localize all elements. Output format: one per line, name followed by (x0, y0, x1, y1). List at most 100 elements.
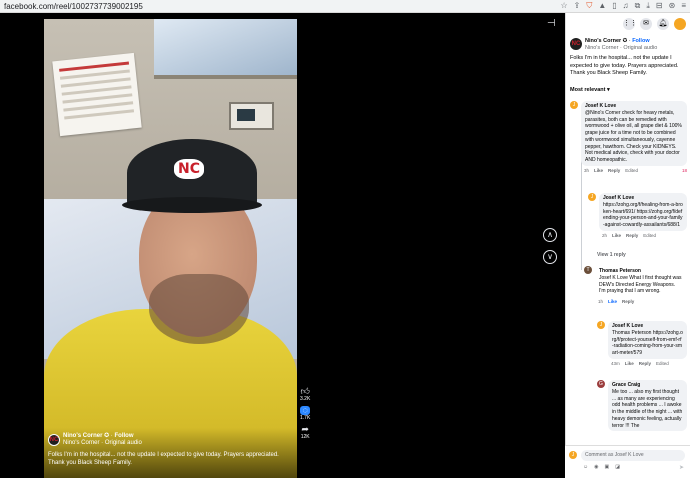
notifications-icon[interactable]: 🔔︎ (657, 18, 669, 30)
download-icon[interactable]: ⤓ (646, 2, 650, 10)
menu-icon[interactable]: ≡ (681, 2, 686, 10)
account-toolbar: ⋮⋮ ✉ 🔔︎ (566, 13, 690, 35)
video-author-name[interactable]: Nino's Corner (63, 433, 102, 439)
collapse-panel-icon[interactable]: ⊣ (547, 18, 556, 29)
cap-brim (122, 197, 262, 213)
comment-author[interactable]: Josef K Love (603, 195, 683, 202)
comment-text: Josef K Love What I first thought was DE… (599, 274, 682, 295)
reply-link[interactable]: Reply (608, 168, 620, 173)
share-icon: ➦ (301, 424, 309, 434)
avatar[interactable]: NC (48, 433, 60, 446)
reel-video[interactable]: NC (44, 19, 297, 478)
star-icon[interactable]: ☆ (560, 2, 567, 10)
comment-icon: ◌ (300, 405, 310, 415)
post-author-name[interactable]: Nino's Corner (585, 38, 621, 44)
like-link[interactable]: Like (612, 233, 621, 238)
comment-count: 1.7K (300, 415, 311, 421)
comment-bubble: Josef K Love Thomas Peterson https://zoh… (608, 321, 687, 359)
sidebar-icon[interactable]: ▯ (612, 2, 616, 10)
avatar: J (569, 451, 577, 459)
comment-author[interactable]: Josef K Love (585, 103, 683, 110)
extensions-icon[interactable]: ⧉ (635, 2, 641, 10)
medical-monitor (229, 102, 274, 130)
send-icon[interactable]: ➤ (679, 464, 684, 471)
gif-icon[interactable]: ▣ (604, 464, 609, 470)
sort-label: Most relevant (570, 87, 606, 94)
comment-author[interactable]: Thomas Peterson (599, 268, 683, 275)
comment-text: Me too ... also my first thought ... as … (612, 388, 683, 429)
comment-bubble: Thomas Peterson Josef K Love What I firs… (595, 266, 687, 297)
comment: T Thomas Peterson Josef K Love What I fi… (584, 266, 687, 304)
like-link[interactable]: Like (594, 168, 603, 173)
comment-text[interactable]: Thomas Peterson https://zohg.org/f/prote… (612, 330, 683, 356)
reply-link[interactable]: Reply (639, 361, 651, 366)
comment-time[interactable]: 1h (598, 299, 603, 304)
messenger-icon[interactable]: ✉ (640, 18, 652, 30)
post-follow-button[interactable]: Follow (632, 38, 649, 44)
like-count: 3.2K (300, 396, 311, 402)
cap-logo: NC (174, 159, 204, 179)
video-audio-label[interactable]: Nino's Corner · Original audio (63, 440, 142, 446)
comment-composer: J Comment as Josef K Love ☺ ◉ ▣ ◪ ➤ (565, 445, 690, 478)
like-button[interactable]: 👍︎ 3.2K (300, 387, 311, 403)
post-header: NC Nino's Corner ✪ · Follow Nino's Corne… (570, 38, 658, 51)
comment-input[interactable]: Comment as Josef K Love (581, 450, 685, 461)
edited-label: Edited (625, 167, 639, 173)
comment-bubble: Grace Craig Me too ... also my first tho… (608, 380, 687, 432)
brave-shield-icon[interactable]: ⛉ (586, 2, 592, 10)
video-caption: Folks I'm in the hospital... not the upd… (48, 452, 279, 467)
avatar[interactable]: NC (570, 38, 582, 50)
comment-bubble: Josef K Love @Nino's Corner check for he… (581, 101, 687, 166)
video-author: NC Nino's Corner ✪ · Follow Nino's Corne… (48, 433, 142, 446)
post-text: Folks I'm in the hospital... not the upd… (570, 55, 679, 77)
comment: J Josef K Love Thomas Peterson https://z… (597, 321, 687, 366)
window (154, 19, 297, 79)
comment-text: @Nino's Corner check for heavy metals, p… (585, 109, 682, 163)
view-replies-link[interactable]: View 1 reply (597, 252, 626, 258)
comment-text[interactable]: https://zohg.org/f/healing-from-a-broken… (603, 202, 683, 228)
reel-viewer: NC ⊣ ∧ ∨ (0, 13, 565, 478)
comment: J Josef K Love https://zohg.org/f/healin… (588, 193, 687, 238)
beard (149, 274, 249, 344)
apps-menu-icon[interactable]: ⋮⋮ (623, 18, 637, 30)
music-icon[interactable]: ♫ (623, 2, 629, 10)
comment-button[interactable]: ◌ 1.7K (300, 405, 311, 422)
sort-dropdown[interactable]: Most relevant ▾ (566, 81, 690, 96)
avatar[interactable]: J (570, 101, 578, 109)
comment-author[interactable]: Josef K Love (612, 323, 683, 330)
previous-reel-button[interactable]: ∧ (543, 228, 557, 242)
wall-poster (52, 52, 142, 137)
reply-link[interactable]: Reply (622, 299, 634, 304)
video-follow-button[interactable]: Follow (114, 433, 133, 439)
camera-icon[interactable]: ◉ (594, 464, 598, 470)
browser-toolbar: facebook.com/reel/1002737739002195 ☆ ⇪ ⛉… (0, 0, 690, 13)
post-audio-label[interactable]: Nino's Corner · Original audio (585, 45, 657, 51)
share-button[interactable]: ➦ 12K (300, 424, 310, 441)
wallet-icon[interactable]: ⊟ (656, 2, 663, 10)
comment-time[interactable]: 2h (602, 233, 607, 238)
comment: J Josef K Love @Nino's Corner check for … (570, 101, 687, 173)
avatar[interactable]: G (597, 380, 605, 388)
emoji-icon[interactable]: ☺ (583, 464, 588, 470)
avatar[interactable]: J (588, 193, 596, 201)
avatar[interactable]: T (584, 266, 592, 274)
rewards-icon[interactable]: ▲ (598, 2, 606, 10)
comment-time[interactable]: 3h (584, 168, 589, 173)
address-bar[interactable]: facebook.com/reel/1002737739002195 (4, 2, 560, 11)
like-link[interactable]: Like (625, 361, 634, 366)
comment-author[interactable]: Grace Craig (612, 382, 683, 389)
vpn-icon[interactable]: ⊛ (669, 2, 676, 10)
reel-actions: 👍︎ 3.2K ◌ 1.7K ➦ 12K (300, 387, 311, 441)
comment: G Grace Craig Me too ... also my first t… (597, 380, 687, 443)
verified-icon: ✪ (104, 433, 110, 439)
sticker-icon[interactable]: ◪ (615, 464, 620, 470)
share-icon[interactable]: ⇪ (574, 2, 581, 10)
avatar[interactable]: J (597, 321, 605, 329)
share-count: 12K (300, 434, 310, 440)
profile-avatar[interactable] (674, 18, 686, 30)
reaction-count[interactable]: 18 (682, 168, 687, 173)
like-link[interactable]: Like (608, 299, 617, 304)
comment-time[interactable]: 43m (611, 361, 620, 366)
reply-link[interactable]: Reply (626, 233, 638, 238)
next-reel-button[interactable]: ∨ (543, 250, 557, 264)
